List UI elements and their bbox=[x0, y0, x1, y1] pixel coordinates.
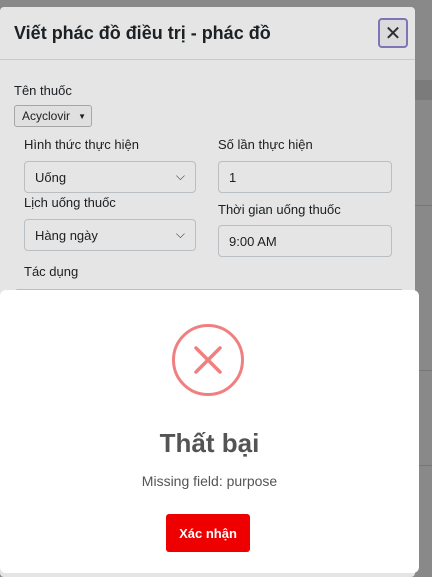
confirm-button[interactable]: Xác nhận bbox=[166, 514, 250, 552]
alert-title: Thất bại bbox=[159, 428, 260, 458]
error-x-icon bbox=[172, 324, 244, 396]
error-alert-dialog: Thất bại Missing field: purpose Xác nhận bbox=[0, 290, 419, 573]
alert-message: Missing field: purpose bbox=[141, 473, 278, 489]
